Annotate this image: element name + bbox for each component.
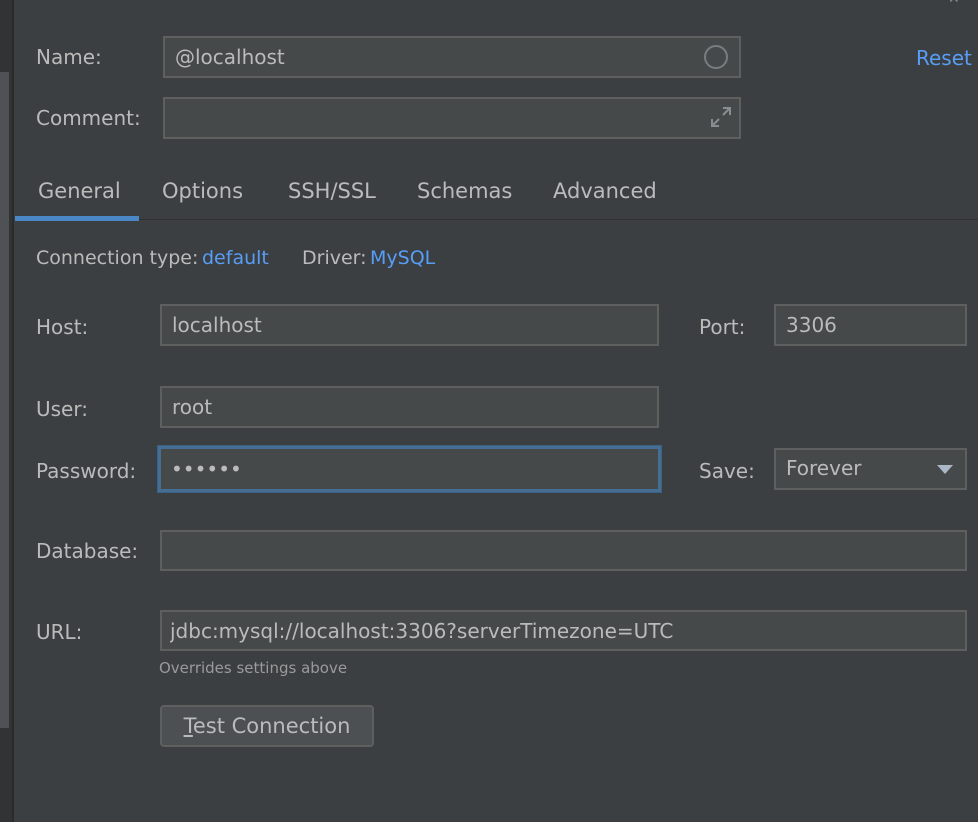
left-panel-strip [0, 0, 14, 822]
tab-general[interactable]: General [38, 176, 121, 206]
user-label: User: [36, 397, 88, 421]
connection-type-link[interactable]: default [202, 246, 269, 270]
test-connection-button[interactable]: Test Connection [160, 705, 374, 747]
port-label: Port: [699, 315, 746, 339]
close-icon[interactable]: ✕ [948, 0, 962, 6]
name-input[interactable] [163, 36, 741, 78]
user-input[interactable] [160, 386, 659, 428]
tabs-divider [14, 219, 978, 220]
driver-link[interactable]: MySQL [370, 246, 435, 270]
scrollbar-thumb[interactable] [0, 72, 9, 728]
url-input[interactable] [160, 610, 967, 651]
save-label: Save: [699, 459, 755, 483]
host-label: Host: [36, 315, 89, 339]
save-dropdown-value: Forever [786, 456, 862, 480]
password-input[interactable] [158, 446, 661, 492]
active-tab-indicator [15, 216, 139, 221]
comment-input[interactable] [163, 97, 741, 139]
password-label: Password: [36, 459, 137, 483]
test-connection-label: est Connection [192, 714, 351, 738]
database-label: Database: [36, 539, 139, 563]
url-label: URL: [36, 620, 83, 644]
reset-link[interactable]: Reset [916, 46, 972, 70]
connection-type-label: Connection type: [36, 247, 199, 269]
test-connection-mnemonic: T [183, 714, 193, 738]
port-input[interactable] [774, 304, 967, 346]
database-input[interactable] [160, 530, 967, 571]
url-hint: Overrides settings above [159, 659, 348, 677]
name-label: Name: [36, 45, 102, 69]
host-input[interactable] [160, 304, 659, 346]
expand-icon[interactable] [709, 105, 733, 129]
panel-divider [12, 0, 14, 822]
tab-advanced[interactable]: Advanced [553, 176, 657, 206]
driver-label: Driver: [302, 247, 367, 269]
tab-schemas[interactable]: Schemas [417, 176, 512, 206]
tab-options[interactable]: Options [162, 176, 243, 206]
save-dropdown[interactable]: Forever [774, 448, 967, 490]
tab-ssh-ssl[interactable]: SSH/SSL [288, 176, 376, 206]
chevron-down-icon [937, 465, 953, 474]
comment-label: Comment: [36, 106, 141, 130]
color-circle-icon[interactable] [704, 45, 728, 69]
